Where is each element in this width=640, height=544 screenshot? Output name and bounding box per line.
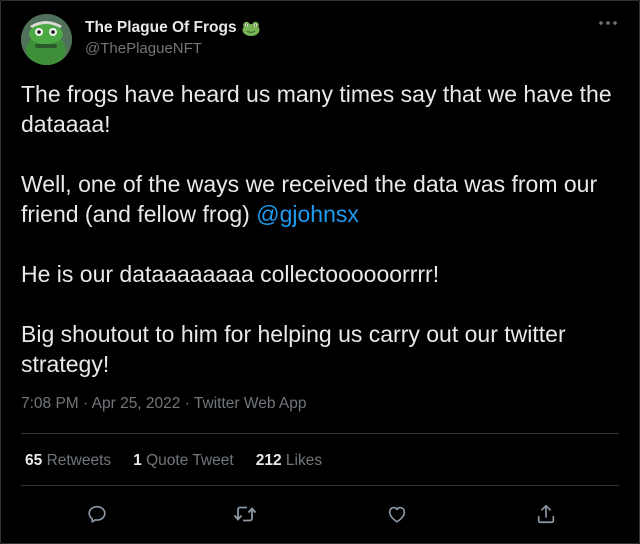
tweet-stats: 65 Retweets 1 Quote Tweet 212 Likes xyxy=(25,452,322,470)
quotes-label: Quote Tweet xyxy=(146,452,234,469)
tweet-card: The Plague Of Frogs @ThePlagueNFT The fr… xyxy=(0,0,640,544)
tweet-paragraph: Big shoutout to him for helping us carry… xyxy=(21,321,566,377)
display-name-text: The Plague Of Frogs xyxy=(85,19,237,36)
tweet-paragraph-mention: Well, one of the ways we received the da… xyxy=(21,169,621,229)
quotes-count: 1 xyxy=(133,452,142,469)
retweet-icon[interactable] xyxy=(230,499,260,529)
reply-icon[interactable] xyxy=(82,499,112,529)
likes-count: 212 xyxy=(255,452,282,469)
retweets-count: 65 xyxy=(25,452,43,469)
likes-stat[interactable]: 212 Likes xyxy=(256,452,322,470)
quote-tweets-stat[interactable]: 1 Quote Tweet xyxy=(133,452,234,470)
avatar[interactable] xyxy=(21,14,72,65)
tweet-text: The frogs have heard us many times say t… xyxy=(21,79,621,409)
more-options-icon[interactable] xyxy=(595,11,621,35)
divider xyxy=(21,433,619,434)
tweet-timestamp[interactable]: 7:08 PM · Apr 25, 2022 · Twitter Web App xyxy=(21,395,306,413)
frog-face-icon xyxy=(242,21,260,36)
retweets-label: Retweets xyxy=(46,452,112,469)
likes-label: Likes xyxy=(285,452,323,469)
author-handle[interactable]: @ThePlagueNFT xyxy=(85,40,260,57)
mention-link[interactable]: @gjohnsx xyxy=(256,201,359,227)
tweet-header: The Plague Of Frogs @ThePlagueNFT xyxy=(21,14,260,65)
share-icon[interactable] xyxy=(531,499,561,529)
tweet-paragraph: The frogs have heard us many times say t… xyxy=(21,81,612,137)
author-display-name[interactable]: The Plague Of Frogs xyxy=(85,19,260,37)
retweets-stat[interactable]: 65 Retweets xyxy=(25,452,111,470)
like-icon[interactable] xyxy=(382,499,412,529)
author-names: The Plague Of Frogs @ThePlagueNFT xyxy=(85,19,260,57)
tweet-actions xyxy=(1,499,639,529)
tweet-paragraph: He is our dataaaaaaaa collectoooooorrrr! xyxy=(21,261,440,287)
divider xyxy=(21,485,619,486)
